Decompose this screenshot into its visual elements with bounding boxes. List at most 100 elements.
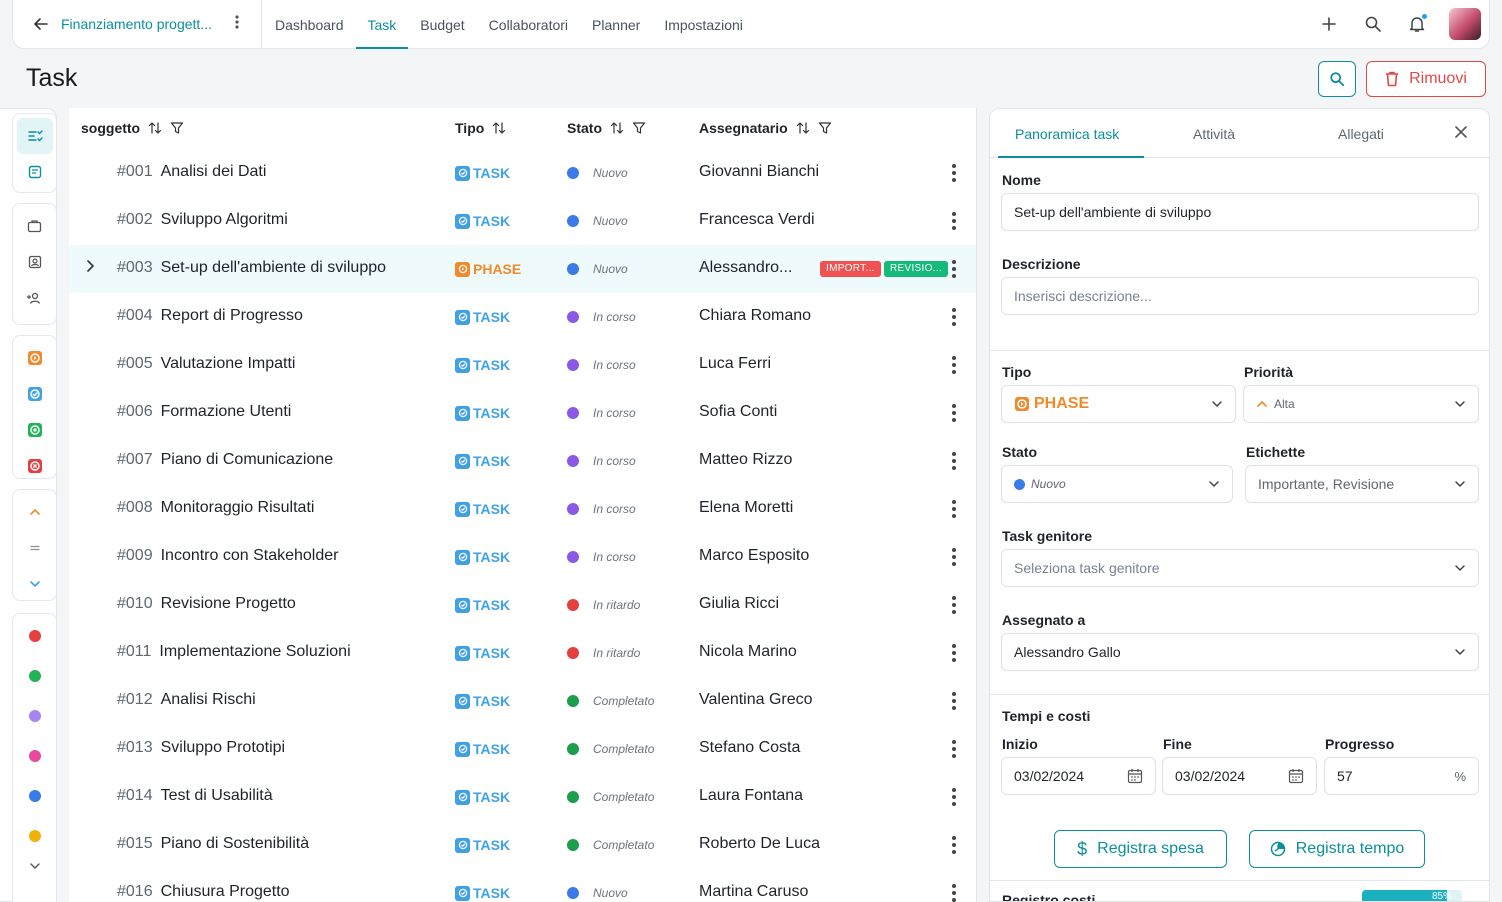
assigned-to-select[interactable]: Alessandro Gallo [1001, 633, 1479, 671]
task-id-cell[interactable]: #005 Valutazione Impatti [117, 355, 295, 373]
table-row[interactable]: #006 Formazione Utenti TASK In corso Sofia C… [69, 389, 976, 437]
task-subject[interactable]: Sviluppo Algoritmi [161, 211, 288, 228]
filter-icon[interactable] [632, 121, 646, 135]
row-menu-icon[interactable] [947, 305, 961, 329]
list-view-icon[interactable] [16, 118, 53, 154]
rail-expand-icon[interactable] [17, 856, 53, 876]
back-arrow-icon[interactable] [27, 10, 55, 38]
table-row[interactable]: #013 Sviluppo Prototipi TASK Completato Stef… [69, 725, 976, 773]
register-expense-button[interactable]: $ Registra spesa [1054, 830, 1227, 868]
name-input[interactable]: Set-up dell'ambiente di sviluppo [1001, 193, 1479, 231]
blocked-filter-icon[interactable] [17, 448, 53, 484]
tab-impostazioni[interactable]: Impostazioni [652, 0, 755, 49]
sort-icon[interactable] [796, 121, 810, 135]
task-subject[interactable]: Analisi Rischi [161, 691, 256, 708]
task-id-cell[interactable]: #016 Chiusura Progetto [117, 883, 290, 901]
tab-allegati[interactable]: Allegati [1338, 126, 1384, 142]
row-menu-icon[interactable] [947, 257, 961, 281]
row-menu-icon[interactable] [947, 881, 961, 902]
tab-planner[interactable]: Planner [580, 0, 652, 49]
task-subject[interactable]: Valutazione Impatti [161, 355, 296, 372]
color-filter-blue[interactable] [17, 776, 53, 816]
tags-select[interactable]: Importante, Revisione [1245, 465, 1479, 503]
project-title[interactable]: Finanziamento progett... [61, 16, 221, 32]
end-date-input[interactable]: 03/02/2024 [1162, 757, 1317, 795]
row-menu-icon[interactable] [947, 161, 961, 185]
color-filter-pink[interactable] [17, 736, 53, 776]
task-id-cell[interactable]: #014 Test di Usabilità [117, 787, 273, 805]
table-row[interactable]: #015 Piano di Sostenibilità TASK Completato… [69, 821, 976, 869]
table-row[interactable]: #010 Revisione Progetto TASK In ritardo Giul… [69, 581, 976, 629]
briefcase-icon[interactable] [17, 208, 53, 244]
calendar-icon[interactable] [1288, 768, 1304, 784]
task-subject[interactable]: Formazione Utenti [161, 403, 292, 420]
row-menu-icon[interactable] [947, 401, 961, 425]
row-menu-icon[interactable] [947, 497, 961, 521]
task-id-cell[interactable]: #010 Revisione Progetto [117, 595, 296, 613]
start-date-input[interactable]: 03/02/2024 [1001, 757, 1156, 795]
table-row[interactable]: #016 Chiusura Progetto TASK Nuovo Martina Ca… [69, 869, 976, 902]
color-filter-yellow[interactable] [17, 816, 53, 856]
col-header-status[interactable]: Stato [567, 120, 646, 136]
priority-low-icon[interactable] [17, 566, 53, 602]
row-menu-icon[interactable] [947, 737, 961, 761]
filter-icon[interactable] [818, 121, 832, 135]
remove-button[interactable]: Rimuovi [1366, 61, 1486, 97]
table-row[interactable]: #003 Set-up dell'ambiente di sviluppo PHAS… [69, 245, 976, 293]
progress-input[interactable]: 57 % [1324, 757, 1479, 795]
task-id-cell[interactable]: #001 Analisi dei Dati [117, 163, 266, 181]
notification-bell-icon[interactable] [1405, 12, 1429, 36]
table-row[interactable]: #002 Sviluppo Algoritmi TASK Nuovo Francesca… [69, 197, 976, 245]
task-id-cell[interactable]: #003 Set-up dell'ambiente di sviluppo [117, 259, 386, 277]
table-row[interactable]: #008 Monitoraggio Risultati TASK In corso El… [69, 485, 976, 533]
phase-filter-icon[interactable] [17, 340, 53, 376]
register-time-button[interactable]: Registra tempo [1249, 830, 1425, 868]
task-subject[interactable]: Set-up dell'ambiente di sviluppo [161, 259, 386, 276]
task-id-cell[interactable]: #015 Piano di Sostenibilità [117, 835, 309, 853]
description-input[interactable]: Inserisci descrizione... [1001, 277, 1479, 315]
parent-task-select[interactable]: Seleziona task genitore [1001, 549, 1479, 587]
tab-collaboratori[interactable]: Collaboratori [477, 0, 580, 49]
task-subject[interactable]: Incontro con Stakeholder [161, 547, 339, 564]
col-header-subject[interactable]: soggetto [81, 120, 184, 136]
task-id-cell[interactable]: #006 Formazione Utenti [117, 403, 291, 421]
row-menu-icon[interactable] [947, 545, 961, 569]
tab-panoramica[interactable]: Panoramica task [1015, 126, 1119, 142]
row-menu-icon[interactable] [947, 353, 961, 377]
tab-dashboard[interactable]: Dashboard [263, 0, 356, 49]
task-subject[interactable]: Piano di Comunicazione [161, 451, 334, 468]
tab-attivita[interactable]: Attività [1193, 126, 1235, 142]
table-row[interactable]: #009 Incontro con Stakeholder TASK In corso… [69, 533, 976, 581]
search-tasks-button[interactable] [1318, 61, 1356, 97]
row-menu-icon[interactable] [947, 449, 961, 473]
task-subject[interactable]: Implementazione Soluzioni [159, 643, 350, 660]
task-subject[interactable]: Test di Usabilità [161, 787, 273, 804]
sort-icon[interactable] [492, 121, 506, 135]
task-subject[interactable]: Monitoraggio Risultati [161, 499, 315, 516]
task-id-cell[interactable]: #007 Piano di Comunicazione [117, 451, 333, 469]
task-subject[interactable]: Piano di Sostenibilità [161, 835, 310, 852]
col-header-assignee[interactable]: Assegnatario [699, 120, 832, 136]
table-row[interactable]: #011 Implementazione Soluzioni TASK In rita… [69, 629, 976, 677]
color-filter-green[interactable] [17, 656, 53, 696]
table-row[interactable]: #005 Valutazione Impatti TASK In corso Luca … [69, 341, 976, 389]
state-select[interactable]: Nuovo [1001, 465, 1233, 503]
search-icon[interactable] [1361, 12, 1385, 36]
priority-high-icon[interactable] [17, 494, 53, 530]
task-id-cell[interactable]: #013 Sviluppo Prototipi [117, 739, 285, 757]
priority-select[interactable]: Alta [1243, 385, 1479, 423]
expand-chevron-icon[interactable] [85, 259, 101, 279]
task-id-cell[interactable]: #009 Incontro con Stakeholder [117, 547, 338, 565]
filter-icon[interactable] [170, 121, 184, 135]
task-subject[interactable]: Revisione Progetto [161, 595, 296, 612]
row-menu-icon[interactable] [947, 641, 961, 665]
task-id-cell[interactable]: #011 Implementazione Soluzioni [117, 643, 351, 661]
task-id-cell[interactable]: #012 Analisi Rischi [117, 691, 256, 709]
task-id-cell[interactable]: #008 Monitoraggio Risultati [117, 499, 314, 517]
task-id-cell[interactable]: #004 Report di Progresso [117, 307, 303, 325]
task-id-cell[interactable]: #002 Sviluppo Algoritmi [117, 211, 288, 229]
user-avatar[interactable] [1449, 8, 1481, 40]
task-subject[interactable]: Report di Progresso [161, 307, 303, 324]
close-icon[interactable] [1454, 125, 1472, 143]
task-filter-icon[interactable] [17, 376, 53, 412]
